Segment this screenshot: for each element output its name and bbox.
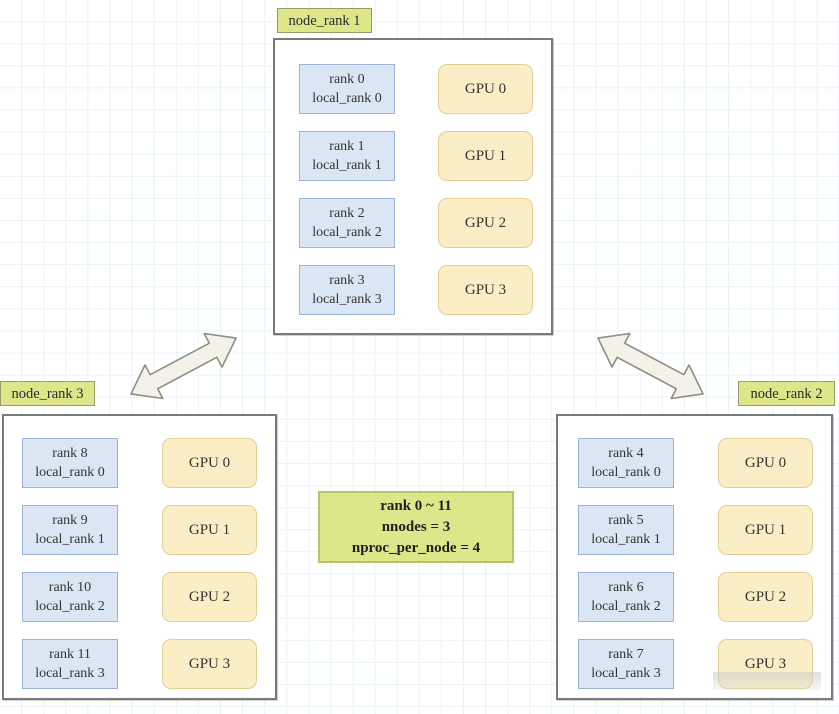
local-rank-label: local_rank 3 <box>312 292 382 307</box>
summary-line-nproc-per-node: nproc_per_node = 4 <box>351 539 481 556</box>
rank-box: rank 7 local_rank 3 <box>578 639 674 689</box>
node-label-bottom-right: node_rank 2 <box>738 381 835 406</box>
rank-box: rank 0 local_rank 0 <box>299 64 395 114</box>
gpu-box: GPU 2 <box>438 198 533 248</box>
gpu-box: GPU 2 <box>162 572 257 622</box>
rank-box: rank 1 local_rank 1 <box>299 131 395 181</box>
rank-box: rank 8 local_rank 0 <box>22 438 118 488</box>
rank-label: rank 10 <box>48 580 92 595</box>
gpu-box: GPU 0 <box>438 64 533 114</box>
rank-box: rank 9 local_rank 1 <box>22 505 118 555</box>
local-rank-label: local_rank 0 <box>312 91 382 106</box>
rank-label: rank 6 <box>608 580 644 595</box>
gpu-box: GPU 0 <box>162 438 257 488</box>
node-label-top: node_rank 1 <box>277 8 372 33</box>
rank-box: rank 6 local_rank 2 <box>578 572 674 622</box>
summary-line-nnodes: nnodes = 3 <box>381 518 451 535</box>
rank-label: rank 4 <box>608 446 644 461</box>
rank-label: rank 11 <box>49 647 91 662</box>
node-box-bottom-left: rank 8 local_rank 0 rank 9 local_rank 1 … <box>2 414 277 700</box>
local-rank-label: local_rank 1 <box>35 532 105 547</box>
rank-label: rank 0 <box>329 72 365 87</box>
rank-label: rank 8 <box>52 446 88 461</box>
image-artifact-smudge <box>713 672 821 690</box>
rank-label: rank 1 <box>329 139 365 154</box>
gpu-box: GPU 1 <box>162 505 257 555</box>
rank-box: rank 2 local_rank 2 <box>299 198 395 248</box>
gpu-box: GPU 1 <box>438 131 533 181</box>
gpu-box: GPU 1 <box>718 505 813 555</box>
local-rank-label: local_rank 1 <box>591 532 661 547</box>
rank-label: rank 9 <box>52 513 88 528</box>
local-rank-label: local_rank 0 <box>591 465 661 480</box>
rank-label: rank 2 <box>329 206 365 221</box>
rank-box: rank 10 local_rank 2 <box>22 572 118 622</box>
node-box-top: rank 0 local_rank 0 rank 1 local_rank 1 … <box>273 38 553 335</box>
rank-box: rank 11 local_rank 3 <box>22 639 118 689</box>
gpu-box: GPU 3 <box>438 265 533 315</box>
local-rank-label: local_rank 3 <box>35 666 105 681</box>
local-rank-label: local_rank 2 <box>591 599 661 614</box>
gpu-box: GPU 2 <box>718 572 813 622</box>
local-rank-label: local_rank 1 <box>312 158 382 173</box>
node-box-bottom-right: rank 4 local_rank 0 rank 5 local_rank 1 … <box>556 414 833 700</box>
gpu-box: GPU 0 <box>718 438 813 488</box>
rank-box: rank 3 local_rank 3 <box>299 265 395 315</box>
double-arrow-top-left-icon <box>130 332 237 400</box>
local-rank-label: local_rank 2 <box>312 225 382 240</box>
rank-label: rank 5 <box>608 513 644 528</box>
rank-label: rank 3 <box>329 273 365 288</box>
diagram-canvas: node_rank 1 rank 0 local_rank 0 rank 1 l… <box>0 0 839 714</box>
summary-box: rank 0 ~ 11 nnodes = 3 nproc_per_node = … <box>318 491 514 563</box>
double-arrow-top-right-icon <box>597 332 704 400</box>
local-rank-label: local_rank 2 <box>35 599 105 614</box>
rank-box: rank 5 local_rank 1 <box>578 505 674 555</box>
local-rank-label: local_rank 3 <box>591 666 661 681</box>
gpu-box: GPU 3 <box>162 639 257 689</box>
rank-box: rank 4 local_rank 0 <box>578 438 674 488</box>
summary-line-rank-range: rank 0 ~ 11 <box>380 497 452 514</box>
local-rank-label: local_rank 0 <box>35 465 105 480</box>
rank-label: rank 7 <box>608 647 644 662</box>
node-label-bottom-left: node_rank 3 <box>0 381 95 406</box>
